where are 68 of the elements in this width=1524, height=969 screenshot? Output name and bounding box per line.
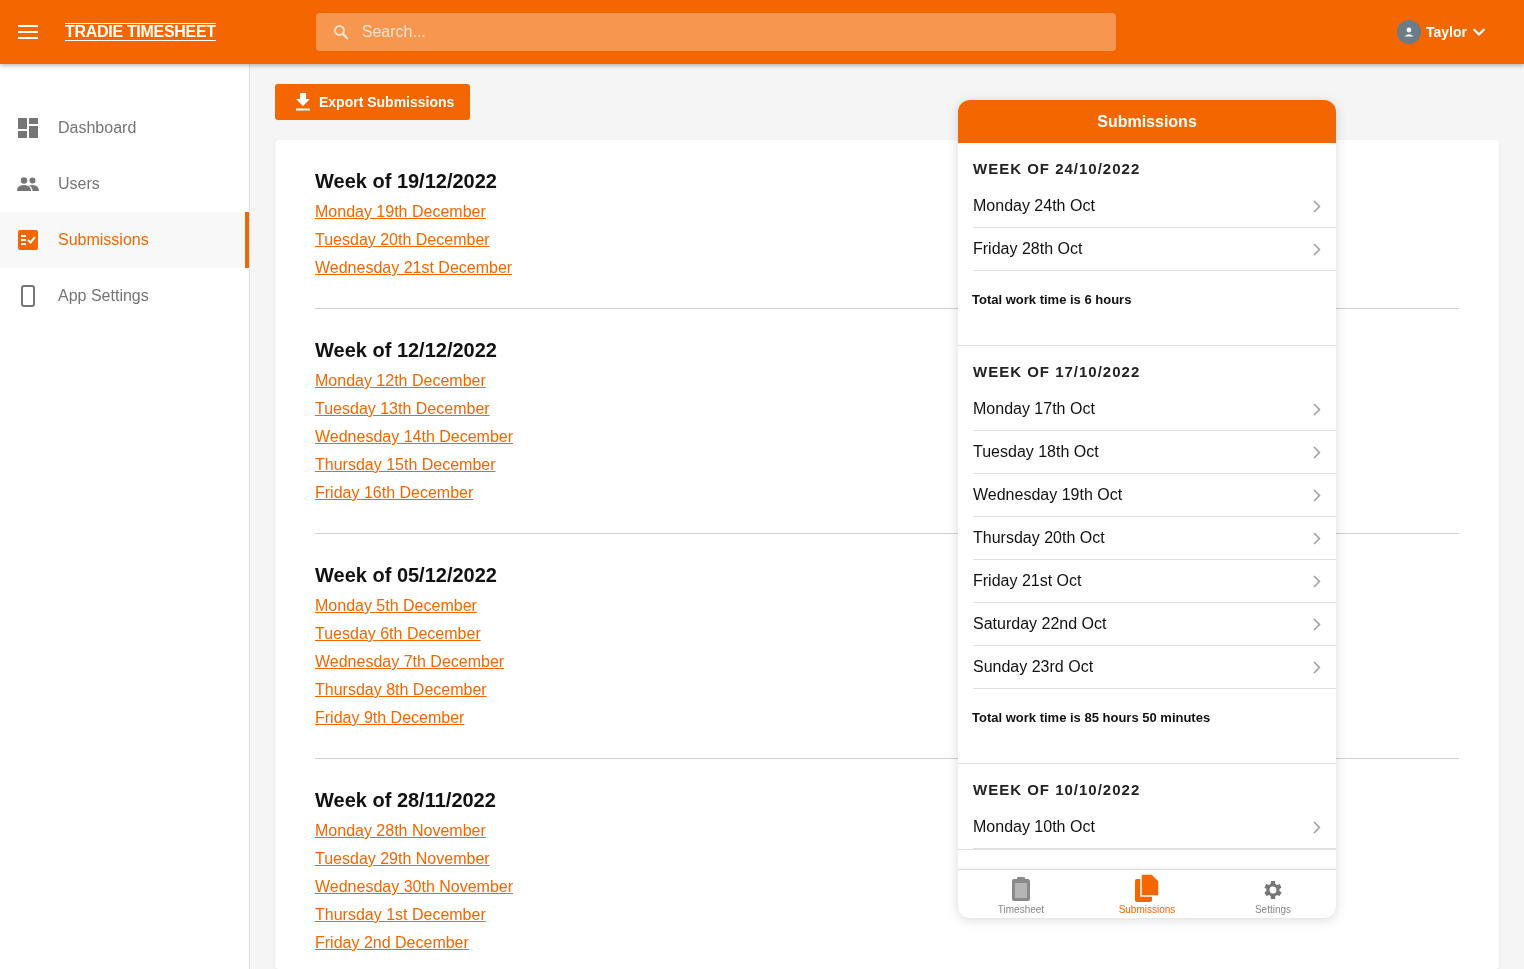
day-link[interactable]: Wednesday 7th December [315, 648, 505, 676]
day-row[interactable]: Sunday 23rd Oct [973, 646, 1336, 689]
user-menu[interactable]: Taylor [1397, 20, 1486, 44]
total-work-time: Total work time is 85 hours 50 minutes [972, 709, 1212, 727]
day-link[interactable]: Thursday 1st December [315, 901, 486, 929]
dashboard-icon [17, 118, 39, 138]
day-link[interactable]: Tuesday 6th December [315, 620, 481, 648]
week-heading: WEEK OF 10/10/2022 [973, 780, 1142, 800]
download-icon [295, 93, 311, 111]
week-heading: Week of 28/11/2022 [315, 789, 496, 811]
chevron-right-icon [1313, 445, 1321, 459]
day-link[interactable]: Monday 19th December [315, 198, 486, 226]
week-heading: WEEK OF 17/10/2022 [973, 362, 1142, 382]
day-link[interactable]: Tuesday 13th December [315, 395, 490, 423]
documents-icon [1135, 874, 1159, 902]
day-row[interactable]: Saturday 22nd Oct [973, 603, 1336, 646]
tab-button[interactable]: Timesheet [958, 870, 1084, 918]
day-link[interactable]: Friday 9th December [315, 704, 465, 732]
day-link[interactable]: Friday 16th December [315, 479, 474, 507]
tab-button[interactable]: Settings [1210, 870, 1336, 918]
avatar-icon [1397, 20, 1421, 44]
chevron-right-icon [1313, 660, 1321, 674]
panel-title: Submissions [958, 100, 1336, 143]
week-heading: Week of 05/12/2022 [315, 564, 497, 586]
chevron-right-icon [1313, 488, 1321, 502]
day-link[interactable]: Friday 2nd December [315, 929, 469, 957]
app-logo[interactable]: TRADIE TIMESHEET [65, 23, 216, 41]
menu-icon[interactable] [18, 25, 38, 39]
users-icon [17, 177, 39, 191]
chevron-right-icon [1313, 574, 1321, 588]
day-link[interactable]: Thursday 8th December [315, 676, 487, 704]
sidebar-item[interactable]: Dashboard [0, 100, 249, 156]
day-link[interactable]: Thursday 15th December [315, 451, 496, 479]
day-link[interactable]: Tuesday 20th December [315, 226, 490, 254]
day-row[interactable]: Monday 17th Oct [973, 388, 1336, 431]
day-link[interactable]: Monday 28th November [315, 817, 486, 845]
day-row[interactable]: Tuesday 18th Oct [973, 431, 1336, 474]
chevron-right-icon [1313, 531, 1321, 545]
checklist-icon [17, 230, 39, 250]
day-row[interactable]: Monday 24th Oct [973, 185, 1336, 228]
export-button[interactable]: Export Submissions [275, 84, 471, 120]
day-row[interactable]: Wednesday 19th Oct [973, 474, 1336, 517]
week-heading: Week of 19/12/2022 [315, 170, 497, 192]
clipboard-icon [1011, 876, 1031, 902]
sidebar-item[interactable]: App Settings [0, 268, 249, 324]
week-heading: WEEK OF 24/10/2022 [973, 159, 1142, 179]
chevron-down-icon [1472, 27, 1486, 37]
chevron-right-icon [1313, 617, 1321, 631]
chevron-right-icon [1313, 820, 1321, 834]
search-field[interactable]: Search... [315, 13, 1116, 51]
day-row[interactable]: Monday 10th Oct [973, 806, 1336, 849]
day-link[interactable]: Wednesday 30th November [315, 873, 514, 901]
chevron-right-icon [1313, 242, 1321, 256]
day-row[interactable]: Friday 21st Oct [973, 560, 1336, 603]
sidebar-item[interactable]: Users [0, 156, 249, 212]
tab-button[interactable]: Submissions [1084, 870, 1210, 918]
total-work-time: Total work time is 6 hours [972, 291, 1133, 309]
day-row[interactable]: Thursday 20th Oct [973, 517, 1336, 560]
day-row[interactable]: Friday 28th Oct [973, 228, 1336, 271]
day-link[interactable]: Monday 5th December [315, 592, 477, 620]
chevron-right-icon [1313, 402, 1321, 416]
day-link[interactable]: Wednesday 14th December [315, 423, 514, 451]
day-link[interactable]: Monday 12th December [315, 367, 486, 395]
day-link[interactable]: Wednesday 21st December [315, 254, 513, 282]
week-heading: Week of 12/12/2022 [315, 339, 497, 361]
day-link[interactable]: Tuesday 29th November [315, 845, 490, 873]
chevron-right-icon [1313, 199, 1321, 213]
sidebar-item[interactable]: Submissions [0, 212, 249, 268]
